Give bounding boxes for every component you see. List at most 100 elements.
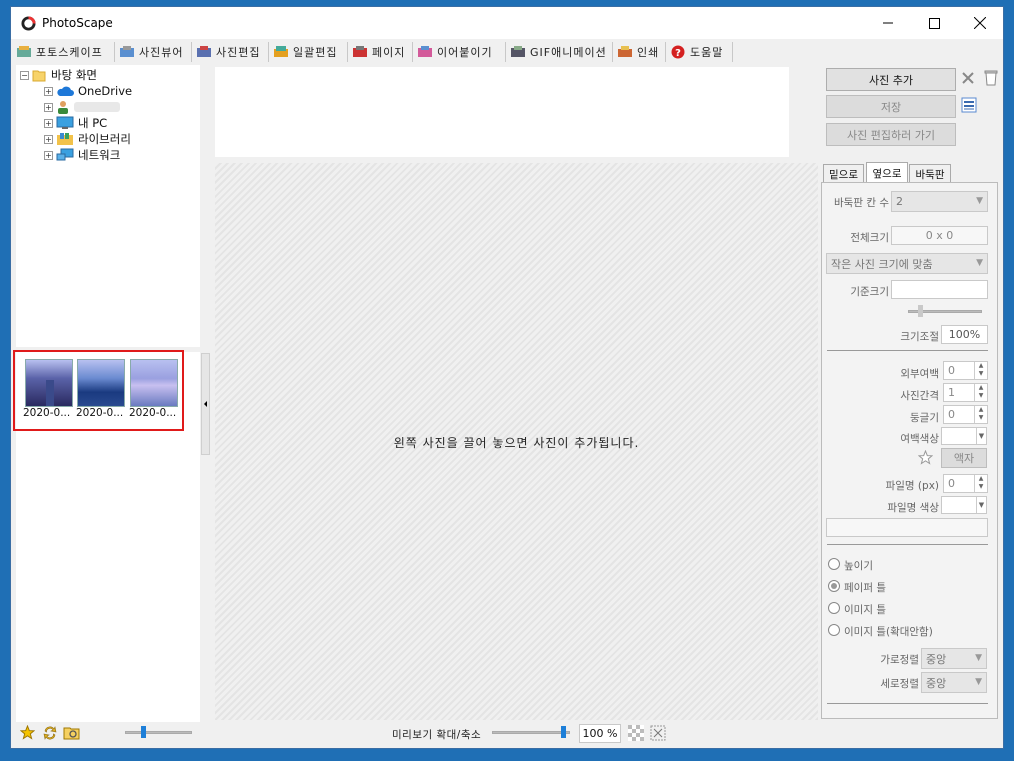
round-stepper[interactable]: 0 ▲ ▼ xyxy=(943,405,988,424)
cloud-icon xyxy=(57,86,74,96)
thumbnail-image[interactable] xyxy=(77,359,125,407)
tab-label: 이어붙이기 xyxy=(437,46,493,59)
base-size-slider-knob[interactable] xyxy=(918,305,923,317)
h-align-value: 중앙 xyxy=(926,652,947,666)
filename-size-stepper[interactable]: 0 ▲ ▼ xyxy=(943,474,988,493)
tab-photoscape[interactable]: 포토스케이프 xyxy=(13,42,115,62)
scale-field[interactable]: 100% xyxy=(941,325,988,344)
filename-text-field[interactable] xyxy=(826,518,988,537)
tab-print[interactable]: 인쇄 xyxy=(614,42,666,62)
tab-combine[interactable]: 이어붙이기 xyxy=(414,42,506,62)
expand-icon[interactable]: + xyxy=(44,102,53,112)
tab-vertical[interactable]: 밑으로 xyxy=(823,164,864,184)
tree-item-label: OneDrive xyxy=(78,84,133,98)
expand-icon[interactable]: + xyxy=(44,86,53,96)
margin-color-picker[interactable]: ▼ xyxy=(941,427,987,445)
close-button[interactable] xyxy=(957,7,1003,39)
tab-label: 포토스케이프 xyxy=(36,46,103,59)
spacing-stepper[interactable]: 1 ▲ ▼ xyxy=(943,383,988,402)
scale-label: 크기조절 xyxy=(900,331,939,343)
network-icon xyxy=(56,148,74,161)
fit-mode-select[interactable]: 작은 사진 크기에 맞춤 ▼ xyxy=(826,253,988,274)
tree-item-onedrive[interactable]: + OneDrive xyxy=(44,83,132,99)
collapse-icon[interactable]: − xyxy=(20,70,29,80)
outer-margin-stepper[interactable]: 0 ▲ ▼ xyxy=(943,361,988,380)
filename-size-value: 0 xyxy=(948,477,955,490)
tab-label: 페이지 xyxy=(372,46,406,59)
tab-viewer[interactable]: 사진뷰어 xyxy=(116,42,192,62)
thumbnail-image[interactable] xyxy=(130,359,178,407)
tab-help[interactable]: ? 도움말 xyxy=(667,42,733,62)
checkerboard-icon[interactable] xyxy=(628,725,644,741)
drop-canvas[interactable]: 왼쪽 사진을 끌어 놓으면 사진이 추가됩니다. xyxy=(215,163,818,720)
thumbnail-size-slider-knob[interactable] xyxy=(141,726,146,738)
frame-button[interactable]: 액자 xyxy=(941,448,987,468)
total-size-field: 0 x 0 xyxy=(891,226,988,245)
tab-horizontal[interactable]: 옆으로 xyxy=(866,162,908,184)
tab-editor[interactable]: 사진편집 xyxy=(193,42,269,62)
spin-arrows-icon[interactable]: ▲ ▼ xyxy=(974,406,987,423)
tree-item-this-pc[interactable]: + 내 PC xyxy=(44,115,107,131)
zoom-slider[interactable] xyxy=(492,731,570,734)
remove-icon[interactable] xyxy=(961,71,975,85)
list-icon[interactable] xyxy=(961,97,977,113)
spin-arrows-icon[interactable]: ▲ ▼ xyxy=(974,384,987,401)
radio-image-frame[interactable] xyxy=(828,602,840,614)
library-icon xyxy=(57,133,73,145)
radio-paper-frame[interactable] xyxy=(828,580,840,592)
spin-arrows-icon[interactable]: ▲ ▼ xyxy=(974,362,987,379)
star-icon[interactable] xyxy=(918,450,933,465)
spin-arrows-icon[interactable]: ▲ ▼ xyxy=(974,475,987,492)
chevron-down-icon: ▼ xyxy=(976,428,986,444)
save-button[interactable]: 저장 xyxy=(826,95,956,118)
tree-item-user[interactable]: + xyxy=(44,99,120,115)
round-value: 0 xyxy=(948,408,955,421)
folder-tree[interactable]: − 바탕 화면 + OneDrive + + 내 PC + 라이브러리 + 네트… xyxy=(16,65,200,347)
minimize-button[interactable] xyxy=(865,7,911,39)
open-folder-icon[interactable] xyxy=(63,725,81,740)
refresh-icon[interactable] xyxy=(42,725,58,741)
cols-select[interactable]: 2 ▼ xyxy=(891,191,988,212)
expand-icon[interactable]: + xyxy=(44,150,53,160)
viewer-icon xyxy=(120,46,134,57)
outer-margin-value: 0 xyxy=(948,364,955,377)
tab-gif[interactable]: GIF애니메이션 xyxy=(507,42,613,62)
filename-color-label: 파일명 색상 xyxy=(887,502,939,514)
tab-batch[interactable]: 일괄편집 xyxy=(270,42,348,62)
zoom-slider-knob[interactable] xyxy=(561,726,566,738)
computer-icon xyxy=(56,116,74,129)
thumbnail-image[interactable] xyxy=(25,359,73,407)
title-bar[interactable]: PhotoScape xyxy=(11,7,1003,39)
panel-splitter[interactable] xyxy=(201,353,210,455)
gif-icon xyxy=(511,46,525,57)
v-align-select[interactable]: 중앙 ▼ xyxy=(921,672,987,693)
favorite-star-icon[interactable] xyxy=(20,725,35,740)
zoom-label: 미리보기 확대/축소 xyxy=(392,729,482,741)
h-align-select[interactable]: 중앙 ▼ xyxy=(921,648,987,669)
radio-raise[interactable] xyxy=(828,558,840,570)
tree-item-library[interactable]: + 라이브러리 xyxy=(44,131,131,147)
go-to-editor-button[interactable]: 사진 편집하러 가기 xyxy=(826,123,956,146)
trash-icon[interactable] xyxy=(983,69,999,86)
tab-grid[interactable]: 바둑판 xyxy=(909,164,951,184)
tree-item-network[interactable]: + 네트워크 xyxy=(44,147,120,163)
tree-item-desktop[interactable]: − 바탕 화면 xyxy=(20,67,97,83)
base-size-field[interactable] xyxy=(891,280,988,299)
expand-icon[interactable]: + xyxy=(44,134,53,144)
add-photo-button[interactable]: 사진 추가 xyxy=(826,68,956,91)
radio-image-frame-noscale[interactable] xyxy=(828,624,840,636)
spacing-label: 사진간격 xyxy=(900,390,939,402)
zoom-value-field[interactable]: 100 % xyxy=(579,724,621,743)
filename-color-picker[interactable]: ▼ xyxy=(941,496,987,514)
tree-item-label: 네트워크 xyxy=(78,148,121,162)
thumbnail-subject xyxy=(46,380,54,406)
cols-value: 2 xyxy=(896,195,903,208)
tab-label: GIF애니메이션 xyxy=(530,46,607,59)
maximize-button[interactable] xyxy=(911,7,957,39)
v-align-value: 중앙 xyxy=(926,676,947,690)
tab-page[interactable]: 페이지 xyxy=(349,42,413,62)
thumbnail-size-slider[interactable] xyxy=(125,731,192,734)
main-tab-bar: 포토스케이프 사진뷰어 사진편집 일괄편집 페이지 이어붙이기 GIF애니메이션 xyxy=(11,39,1003,65)
expand-icon[interactable]: + xyxy=(44,118,53,128)
fit-screen-icon[interactable] xyxy=(650,725,666,741)
